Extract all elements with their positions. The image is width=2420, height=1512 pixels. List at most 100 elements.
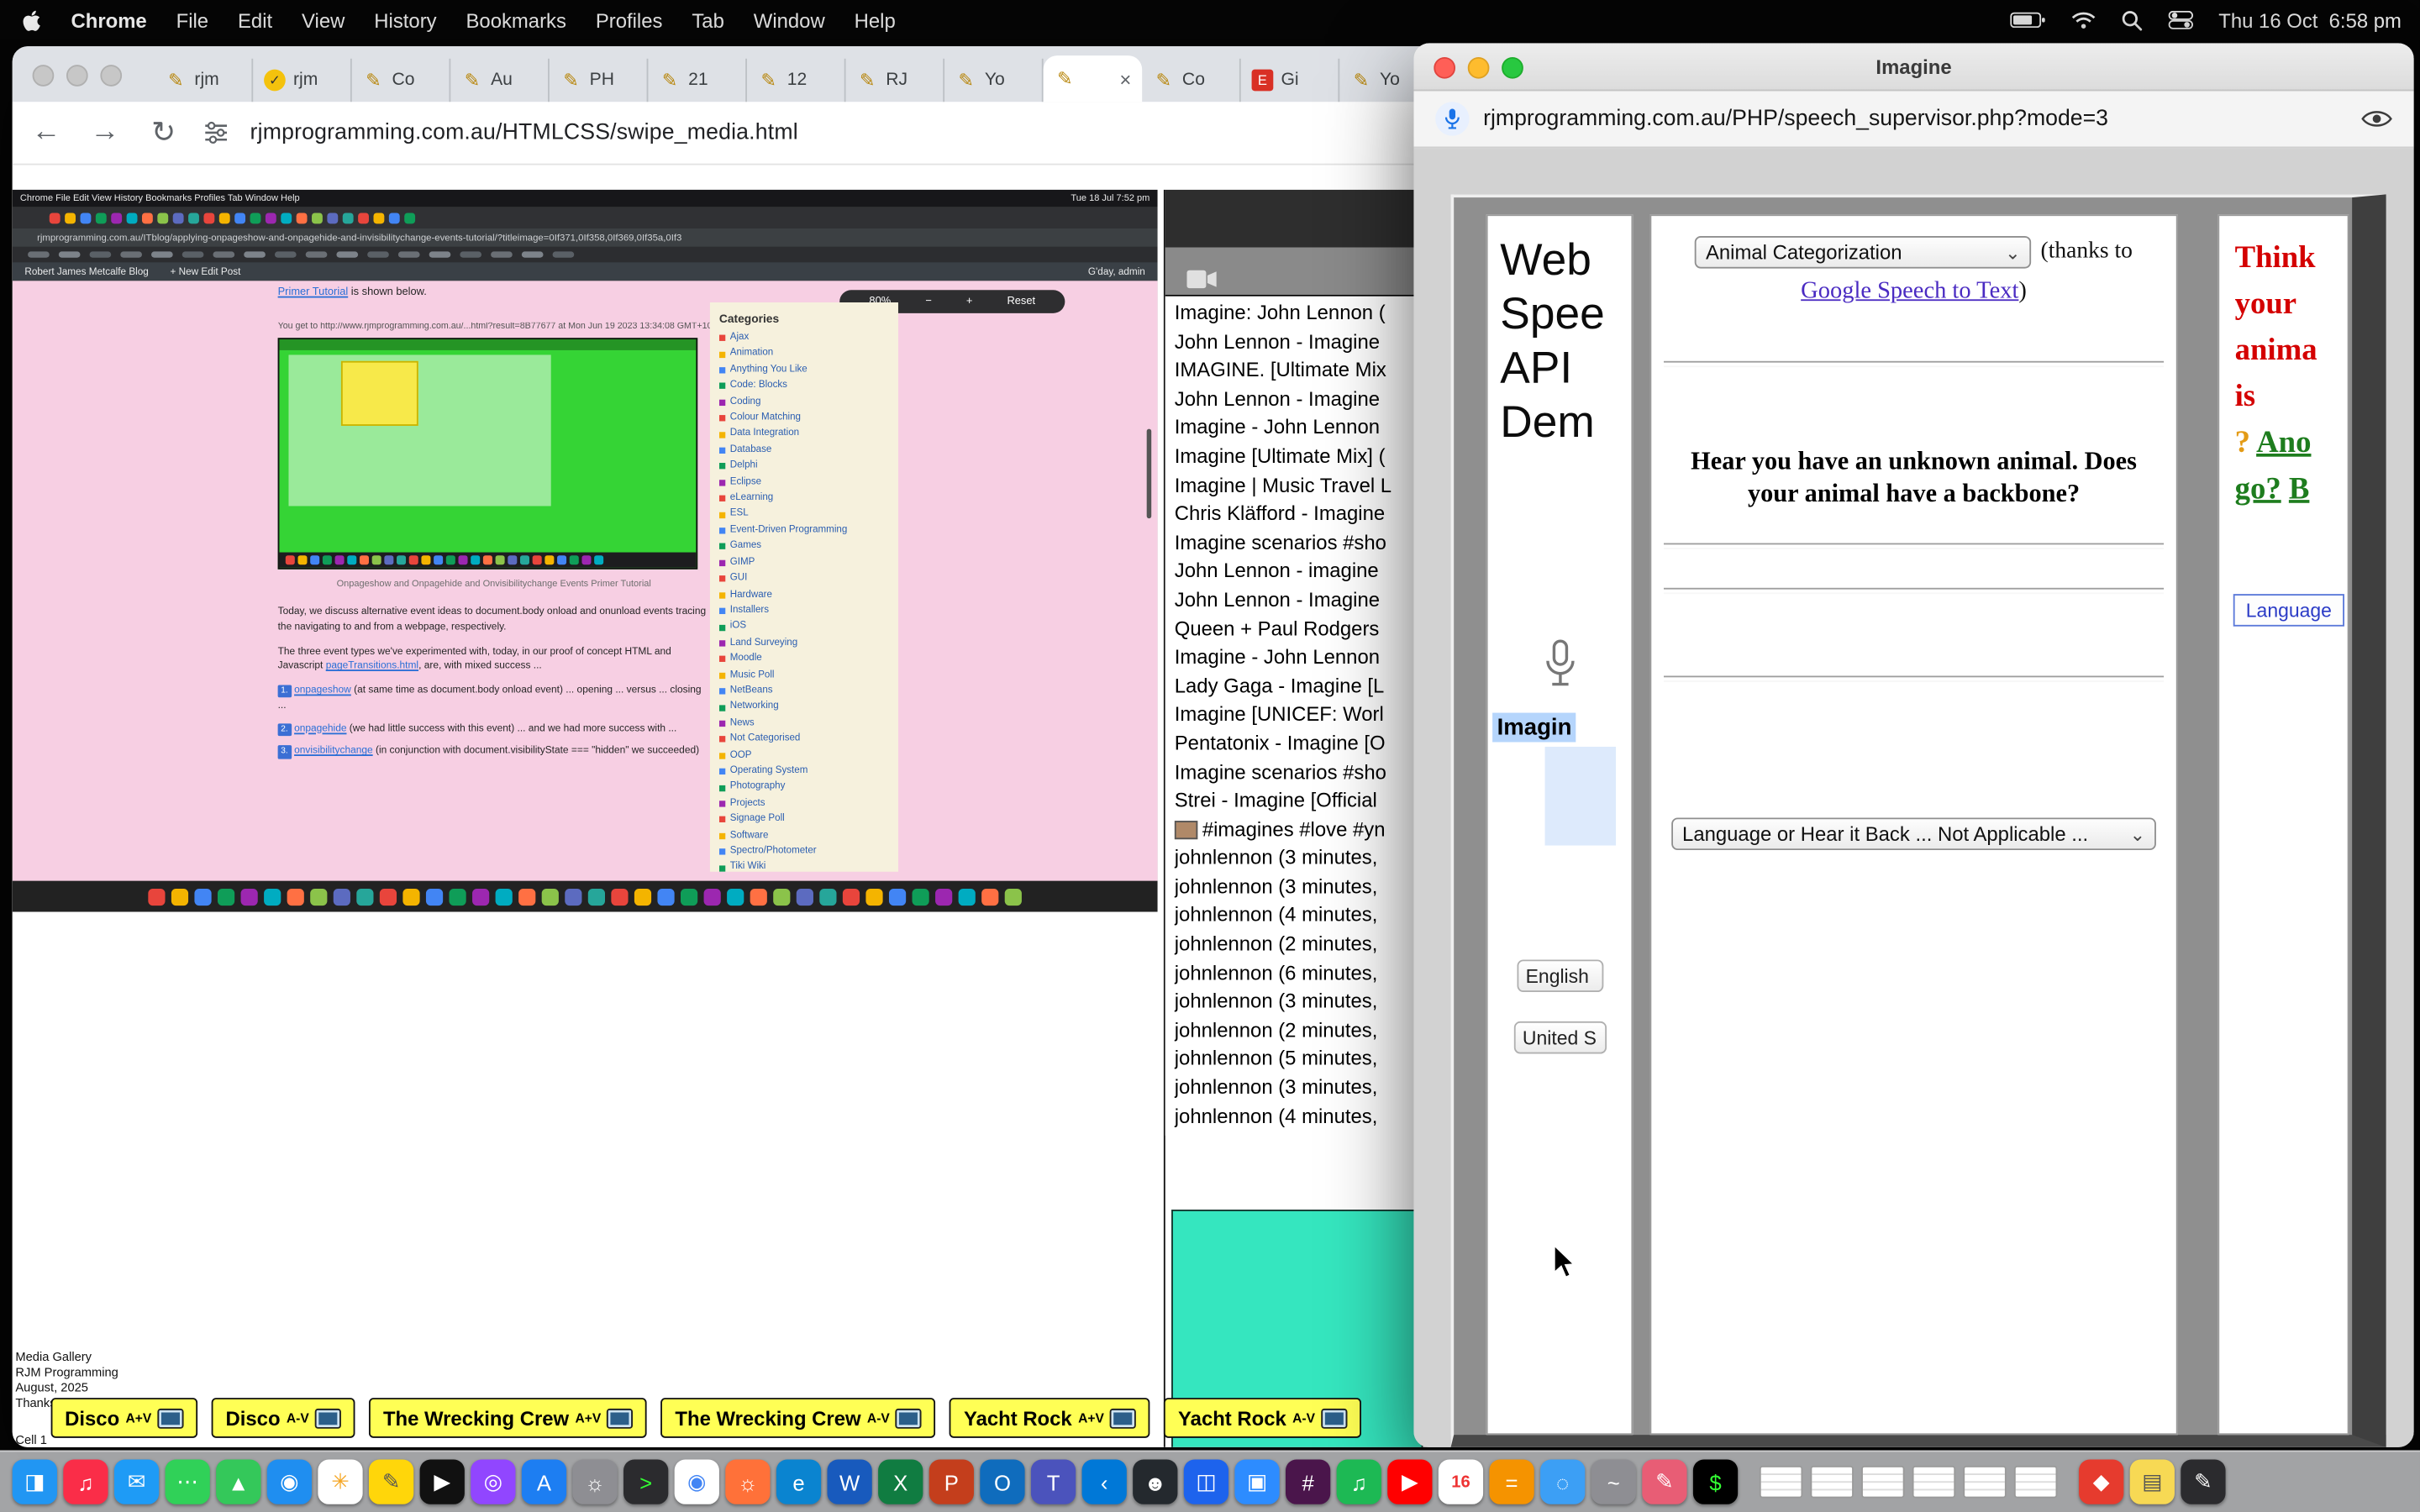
browser-tab[interactable]: ✓ rjm [253,59,352,102]
reload-button[interactable]: ↻ [145,115,182,150]
menubar-item[interactable]: Help [855,8,896,32]
category-link[interactable]: Code: Blocks [719,378,889,394]
video-list-item[interactable]: johnlennon (4 minutes, [1175,1103,1426,1131]
language-button[interactable]: Language [2233,594,2344,627]
imagine-address-bar[interactable]: rjmprogramming.com.au/PHP/speech_supervi… [1483,107,2108,131]
category-link[interactable]: Land Surveying [719,635,889,651]
video-list-item[interactable]: johnlennon (3 minutes, [1175,1074,1426,1102]
category-link[interactable]: OOP [719,748,889,764]
dock-app-icon[interactable]: > [623,1460,668,1504]
dock-app-icon[interactable]: ⋯ [166,1460,210,1504]
menubar-item[interactable]: View [302,8,345,32]
video-list-item[interactable]: Imagine scenarios #sho [1175,759,1426,787]
dock-app-icon[interactable]: A [522,1460,566,1504]
menubar-item[interactable]: File [176,8,208,32]
speech-mic-icon[interactable] [1539,636,1581,701]
dock-app-icon[interactable]: ✳ [318,1460,362,1504]
video-list-item[interactable]: John Lennon - Imagine [1175,328,1426,356]
category-link[interactable]: Moodle [719,651,889,667]
category-link[interactable]: Installers [719,603,889,619]
browser-tab[interactable]: ✎ Yo [944,59,1044,102]
media-gallery-button[interactable]: Yacht RockA-V [1165,1398,1362,1438]
category-link[interactable]: Database [719,443,889,459]
dock-app-icon[interactable]: ◌ [1540,1460,1585,1504]
dock-app-icon[interactable]: ♫ [1337,1460,1381,1504]
video-list-item[interactable]: Imagine: John Lennon ( [1175,299,1426,328]
dock-app-icon[interactable]: ▶ [420,1460,465,1504]
browser-tab[interactable]: ✎ rjm [155,59,254,102]
category-link[interactable]: Not Categorised [719,732,889,748]
close-window-button[interactable] [33,65,55,87]
category-link[interactable]: Networking [719,700,889,716]
category-link[interactable]: Projects [719,795,889,811]
category-link[interactable]: GIMP [719,555,889,571]
dock-app-icon[interactable]: ◉ [267,1460,312,1504]
control-center-icon[interactable] [2169,11,2193,29]
zoom-out-button[interactable]: − [925,297,932,307]
embedded-scrollbar[interactable] [1147,429,1152,519]
video-list-item[interactable]: John Lennon - Imagine [1175,586,1426,615]
minimize-window-button[interactable] [1468,57,1490,79]
video-list-item[interactable]: IMAGINE. [Ultimate Mix [1175,357,1426,386]
dock-app-icon[interactable]: $ [1693,1460,1738,1504]
video-list-item[interactable]: johnlennon (2 minutes, [1175,1016,1426,1045]
microphone-icon[interactable] [1435,102,1469,135]
dock-app-icon[interactable]: ☼ [572,1460,617,1504]
dock-app-icon[interactable]: ✎ [369,1460,413,1504]
video-list-item[interactable]: johnlennon (3 minutes, [1175,873,1426,901]
video-list-item[interactable]: John Lennon - Imagine [1175,386,1426,414]
dock-app-icon[interactable]: P [929,1460,974,1504]
window-preview[interactable] [1861,1466,1904,1499]
video-list-item[interactable]: John Lennon - imagine [1175,558,1426,586]
video-list-item[interactable]: Imagine [UNICEF: Worl [1175,701,1426,729]
browser-tab[interactable]: ✎ × [1044,55,1143,102]
media-gallery-button[interactable]: The Wrecking CrewA-V [661,1398,936,1438]
video-list-item[interactable]: Imagine - John Lennon [1175,414,1426,443]
menubar-item[interactable]: Edit [238,8,272,32]
onpagehide-link[interactable]: onpagehide [294,723,346,734]
menubar-item[interactable]: History [374,8,436,32]
category-link[interactable]: Coding [719,395,889,411]
video-list-item[interactable]: johnlennon (5 minutes, [1175,1045,1426,1074]
dock-app-icon[interactable]: ♫ [63,1460,108,1504]
video-list-item[interactable]: Lady Gaga - Imagine [L [1175,672,1426,701]
video-list-item[interactable]: Imagine - John Lennon [1175,643,1426,672]
tutorial-screenshot-thumbnail[interactable] [278,338,698,570]
dock-app-icon[interactable]: T [1031,1460,1076,1504]
dock-app-icon[interactable]: ◨ [13,1460,57,1504]
video-list-item[interactable]: johnlennon (4 minutes, [1175,902,1426,931]
video-list-item[interactable]: Imagine [Ultimate Mix] ( [1175,443,1426,471]
window-preview[interactable] [1810,1466,1853,1499]
dock-app-icon[interactable]: # [1286,1460,1330,1504]
dock-app-icon[interactable]: ▲ [216,1460,260,1504]
animal-categorization-select[interactable]: Animal Categorization ⌄ [1695,236,2031,269]
dock-app-icon[interactable]: ☻ [1133,1460,1177,1504]
zoom-in-button[interactable]: + [966,297,973,307]
wifi-icon[interactable] [2072,11,2096,29]
dock-app-icon[interactable]: ◫ [1184,1460,1228,1504]
media-gallery-button[interactable]: DiscoA+V [51,1398,198,1438]
pagetransitions-link[interactable]: pageTransitions.html [326,661,418,672]
spotlight-search-icon[interactable] [2122,8,2145,32]
video-list-item[interactable]: Imagine | Music Travel L [1175,471,1426,500]
category-link[interactable]: Tiki Wiki [719,860,889,872]
media-gallery-button[interactable]: DiscoA-V [212,1398,355,1438]
primer-tutorial-link[interactable]: Primer Tutorial [278,287,349,298]
dock-app-icon[interactable]: W [827,1460,871,1504]
window-preview[interactable] [1912,1466,1955,1499]
browser-tab[interactable]: ✎ 21 [648,59,747,102]
browser-tab[interactable]: ✎ Co [352,59,451,102]
category-link[interactable]: GUI [719,571,889,587]
browser-tab[interactable]: ✎ RJ [846,59,945,102]
dock-app-icon[interactable]: 16 [1439,1460,1483,1504]
video-list-item[interactable]: Queen + Paul Rodgers [1175,615,1426,643]
onpageshow-link[interactable]: onpageshow [294,685,351,696]
window-preview[interactable] [1963,1466,2006,1499]
category-link[interactable]: eLearning [719,491,889,507]
zoom-window-button[interactable] [100,65,122,87]
dock-app-icon[interactable]: ◆ [2079,1460,2123,1504]
dock-app-icon[interactable]: ✎ [2181,1460,2225,1504]
dock-app-icon[interactable]: = [1489,1460,1534,1504]
video-list-item[interactable]: Imagine scenarios #sho [1175,529,1426,558]
apple-logo-icon[interactable] [22,8,42,32]
